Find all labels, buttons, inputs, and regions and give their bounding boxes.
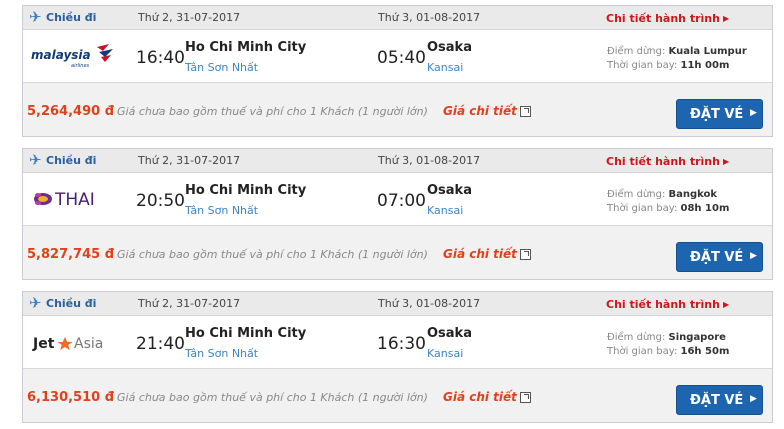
price-note: Giá chưa bao gồm thuế và phí cho 1 Khách… xyxy=(117,105,428,118)
departure-time: 16:40 xyxy=(136,48,185,68)
itinerary-details-label: Chi tiết hành trình xyxy=(606,298,720,311)
book-ticket-button[interactable]: ĐẶT VÉ ▶ xyxy=(676,99,763,129)
jetstar-asia-logo: Jet Asia xyxy=(32,336,103,352)
arrival-time: 07:00 xyxy=(377,191,426,211)
stopover-label: Điểm dừng: xyxy=(607,189,666,200)
departure-date: Thứ 2, 31-07-2017 xyxy=(138,11,241,24)
logo-text-jet: Jet xyxy=(32,336,55,352)
arrival-city: Osaka xyxy=(427,183,472,198)
external-link-icon[interactable] xyxy=(520,392,531,403)
arrival-date: Thứ 3, 01-08-2017 xyxy=(378,11,481,24)
plane-icon: ✈ xyxy=(29,8,42,26)
departure-date: Thứ 2, 31-07-2017 xyxy=(138,297,241,310)
itinerary-details-label: Chi tiết hành trình xyxy=(606,155,720,168)
malaysia-airlines-logo: malaysia airlines xyxy=(31,44,113,69)
price-value: 5,827,745 đ xyxy=(27,247,115,262)
flight-card-header: ✈ Chiều đi Thứ 2, 31-07-2017 Thứ 3, 01-0… xyxy=(23,6,772,30)
logo-subtext: airlines xyxy=(71,63,90,69)
stopover-label: Điểm dừng: xyxy=(607,332,666,343)
flight-duration-info: Thời gian bay: 08h 10m xyxy=(607,203,729,214)
departure-airport: Tân Sơn Nhất xyxy=(185,204,259,217)
arrival-date: Thứ 3, 01-08-2017 xyxy=(378,297,481,310)
stopover-info: Điểm dừng: Bangkok xyxy=(607,189,717,200)
flight-card-body: Jet Asia 21:40 Ho Chi Minh City Tân Sơn … xyxy=(23,316,772,369)
book-ticket-button[interactable]: ĐẶT VÉ ▶ xyxy=(676,385,763,415)
stopover-value: Kuala Lumpur xyxy=(668,46,747,57)
duration-value: 11h 00m xyxy=(680,60,730,71)
arrival-airport: Kansai xyxy=(427,347,464,360)
stopover-info: Điểm dừng: Kuala Lumpur xyxy=(607,46,747,57)
arrival-airport: Kansai xyxy=(427,204,464,217)
flight-card-body: THAI 20:50 Ho Chi Minh City Tân Sơn Nhất… xyxy=(23,173,772,226)
price-detail-link[interactable]: Giá chi tiết xyxy=(443,247,517,261)
arrival-airport: Kansai xyxy=(427,61,464,74)
flight-duration-info: Thời gian bay: 16h 50m xyxy=(607,346,729,357)
price-detail-link[interactable]: Giá chi tiết xyxy=(443,390,517,404)
arrival-city: Osaka xyxy=(427,40,472,55)
departure-airport: Tân Sơn Nhất xyxy=(185,61,259,74)
plane-icon: ✈ xyxy=(29,151,42,169)
departure-city: Ho Chi Minh City xyxy=(185,326,307,341)
book-ticket-label: ĐẶT VÉ xyxy=(690,107,744,122)
flight-card: ✈ Chiều đi Thứ 2, 31-07-2017 Thứ 3, 01-0… xyxy=(22,148,773,280)
logo-text-asia: Asia xyxy=(74,336,103,352)
caret-right-icon: ▶ xyxy=(722,14,730,23)
direction-label: Chiều đi xyxy=(46,154,97,167)
flight-card-body: malaysia airlines 16:40 Ho Chi Minh City… xyxy=(23,30,772,83)
price-value: 5,264,490 đ xyxy=(27,104,115,119)
departure-date: Thứ 2, 31-07-2017 xyxy=(138,154,241,167)
arrival-city: Osaka xyxy=(427,326,472,341)
caret-right-icon: ▶ xyxy=(750,394,757,404)
logo-text: THAI xyxy=(54,190,95,210)
duration-value: 08h 10m xyxy=(680,203,730,214)
external-link-icon[interactable] xyxy=(520,249,531,260)
price-value: 6,130,510 đ xyxy=(27,390,115,405)
stopover-info: Điểm dừng: Singapore xyxy=(607,332,726,343)
book-ticket-label: ĐẶT VÉ xyxy=(690,393,744,408)
stopover-value: Bangkok xyxy=(668,189,718,200)
itinerary-details-link[interactable]: Chi tiết hành trình ▶ xyxy=(606,298,729,311)
direction-label: Chiều đi xyxy=(46,297,97,310)
external-link-icon[interactable] xyxy=(520,106,531,117)
departure-city: Ho Chi Minh City xyxy=(185,183,307,198)
departure-airport: Tân Sơn Nhất xyxy=(185,347,259,360)
itinerary-details-link[interactable]: Chi tiết hành trình ▶ xyxy=(606,12,729,25)
arrival-time: 05:40 xyxy=(377,48,426,68)
departure-time: 21:40 xyxy=(136,334,185,354)
price-note: Giá chưa bao gồm thuế và phí cho 1 Khách… xyxy=(117,391,428,404)
plane-icon: ✈ xyxy=(29,294,42,312)
price-note: Giá chưa bao gồm thuế và phí cho 1 Khách… xyxy=(117,248,428,261)
duration-label: Thời gian bay: xyxy=(607,346,678,357)
arrival-date: Thứ 3, 01-08-2017 xyxy=(378,154,481,167)
flight-card: ✈ Chiều đi Thứ 2, 31-07-2017 Thứ 3, 01-0… xyxy=(22,5,773,137)
flight-card: ✈ Chiều đi Thứ 2, 31-07-2017 Thứ 3, 01-0… xyxy=(22,291,773,423)
thai-airways-logo: THAI xyxy=(34,190,95,210)
duration-value: 16h 50m xyxy=(680,346,730,357)
caret-right-icon: ▶ xyxy=(750,108,757,118)
caret-right-icon: ▶ xyxy=(722,157,730,166)
departure-time: 20:50 xyxy=(136,191,185,211)
duration-label: Thời gian bay: xyxy=(607,60,678,71)
caret-right-icon: ▶ xyxy=(750,251,757,261)
itinerary-details-label: Chi tiết hành trình xyxy=(606,12,720,25)
arrival-time: 16:30 xyxy=(377,334,426,354)
flight-duration-info: Thời gian bay: 11h 00m xyxy=(607,60,729,71)
duration-label: Thời gian bay: xyxy=(607,203,678,214)
book-ticket-button[interactable]: ĐẶT VÉ ▶ xyxy=(676,242,763,272)
logo-text: malaysia xyxy=(31,48,91,62)
direction-label: Chiều đi xyxy=(46,11,97,24)
stopover-value: Singapore xyxy=(668,332,726,343)
departure-city: Ho Chi Minh City xyxy=(185,40,307,55)
flight-card-header: ✈ Chiều đi Thứ 2, 31-07-2017 Thứ 3, 01-0… xyxy=(23,149,772,173)
book-ticket-label: ĐẶT VÉ xyxy=(690,250,744,265)
price-detail-link[interactable]: Giá chi tiết xyxy=(443,104,517,118)
stopover-label: Điểm dừng: xyxy=(607,46,666,57)
itinerary-details-link[interactable]: Chi tiết hành trình ▶ xyxy=(606,155,729,168)
flight-card-header: ✈ Chiều đi Thứ 2, 31-07-2017 Thứ 3, 01-0… xyxy=(23,292,772,316)
caret-right-icon: ▶ xyxy=(722,300,730,309)
